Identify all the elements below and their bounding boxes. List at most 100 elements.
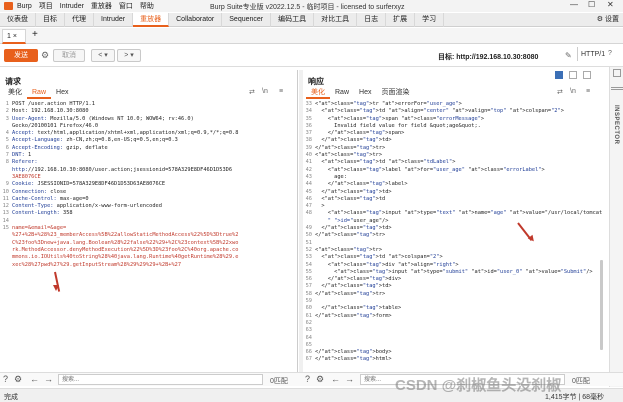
wrap-icon[interactable]: ⇄	[557, 88, 563, 96]
tab-1[interactable]: 1 ×	[2, 29, 26, 44]
line-number: 46	[305, 195, 312, 202]
settings-button[interactable]: ⚙ 设置	[597, 13, 619, 27]
inspector-toggle-icon[interactable]	[613, 69, 621, 77]
request-code-line: http://192.168.10.30:8080/user.action;js…	[0, 167, 238, 174]
layout-horizontal-icon[interactable]	[569, 71, 577, 79]
prev-match-icon[interactable]: ←	[30, 374, 39, 384]
tab-8[interactable]: 对比工具	[314, 13, 358, 27]
tab-2[interactable]: 代理	[65, 13, 94, 27]
inspector-menu-icon[interactable]	[611, 87, 623, 90]
request-code-line: 9 Cookie: JSESSIONID=578A329E8DF46D1D53D6…	[0, 181, 238, 188]
line-text: </"at">class="tag">td>	[315, 137, 392, 144]
line-number: 58	[305, 290, 312, 297]
request-code-line: 11 Cache-Control: max-age=0	[0, 196, 238, 203]
request-editor[interactable]: 1 POST /user.action HTTP/1.1 2 Host: 192.16…	[0, 101, 239, 269]
line-text: </"at">class="tag">td>	[315, 225, 392, 232]
menu-item-2[interactable]: Intruder	[60, 3, 84, 10]
window-title: Burp Suite专业版 v2022.12.5 - 临时项目 - licens…	[210, 4, 405, 11]
help-icon[interactable]: ?	[305, 374, 310, 384]
next-match-icon[interactable]: →	[44, 374, 53, 384]
line-text: </"at">class="tag">tr>	[315, 144, 386, 151]
tab-11[interactable]: 学习	[415, 13, 445, 27]
line-text: Invalid field value for field &quot;age&…	[315, 122, 481, 129]
line-text: age:	[315, 173, 347, 180]
line-text: Cookie: JSESSIONID=578A329E8DF46D1D53D63…	[12, 181, 166, 188]
tab-6[interactable]: Sequencer	[222, 13, 272, 27]
edit-target-icon[interactable]: ✎	[565, 51, 572, 60]
line-text: </"at">class="tag">table>	[315, 305, 402, 312]
request-title: 请求	[5, 77, 21, 86]
tab-1[interactable]: 目标	[36, 13, 65, 27]
gear-icon[interactable]: ⚙	[41, 50, 49, 61]
line-text: name=&email=&age=	[12, 225, 67, 232]
layout-vertical-icon[interactable]	[583, 71, 591, 79]
line-number: 56	[305, 276, 312, 283]
response-tab-2[interactable]: Hex	[354, 88, 376, 99]
line-text: <"at">class="tag">div "at">align="right"…	[315, 261, 459, 268]
back-button[interactable]: < ▾	[91, 49, 115, 62]
newline-icon[interactable]: \n	[262, 88, 268, 95]
send-button[interactable]: 发送	[4, 49, 38, 62]
response-tab-1[interactable]: Raw	[330, 88, 354, 99]
gear-icon[interactable]: ⚙	[316, 374, 324, 385]
help-icon[interactable]: ?	[608, 50, 612, 57]
response-editor[interactable]: 33 <"at">class="tag">tr "at">errorFor="us…	[303, 101, 603, 364]
tab-3[interactable]: Intruder	[94, 13, 134, 27]
request-code-line: 5 Accept-Language: zh-CN,zh;q=0.8,en-US;q…	[0, 137, 238, 144]
response-code-line: 37 </"at">class="tag">span>	[303, 130, 602, 137]
tab-7[interactable]: 编码工具	[271, 13, 315, 27]
request-code-line: 14	[0, 218, 238, 225]
inspector-panel[interactable]: INSPECTOR	[609, 67, 623, 387]
request-search-input[interactable]	[58, 374, 263, 385]
line-number: 41	[305, 159, 312, 166]
scrollbar[interactable]	[600, 260, 603, 350]
response-code-line: 44 </"at">class="tag">label>	[303, 181, 602, 188]
request-code-line: 7 DNT: 1	[0, 152, 238, 159]
tab-4[interactable]: 重放器	[133, 13, 170, 27]
request-tab-1[interactable]: Raw	[27, 88, 52, 99]
cancel-button[interactable]: 取消	[53, 49, 85, 62]
line-number: 13	[2, 210, 9, 217]
menu-item-0[interactable]: Burp	[17, 3, 32, 10]
response-tab-3[interactable]: 页面渲染	[376, 88, 414, 99]
line-number: 53	[305, 254, 312, 261]
wrap-icon[interactable]: ⇄	[249, 88, 255, 96]
line-number: 66	[305, 349, 312, 356]
line-number: 49	[305, 225, 312, 232]
response-code-line: 61 </"at">class="tag">form>	[303, 313, 602, 320]
request-tab-2[interactable]: Hex	[51, 88, 73, 99]
newline-icon[interactable]: \n	[570, 88, 576, 95]
line-number: 4	[5, 130, 9, 137]
line-number: 47	[305, 203, 312, 210]
menu-item-4[interactable]: 窗口	[119, 3, 133, 10]
line-number: 60	[305, 305, 312, 312]
menu-item-5[interactable]: 帮助	[140, 3, 154, 10]
line-text: Host: 192.168.10.30:8080	[12, 108, 89, 115]
help-icon[interactable]: ?	[3, 374, 8, 384]
minimize-icon[interactable]: —	[570, 0, 578, 9]
prev-match-icon[interactable]: ←	[331, 374, 340, 384]
line-text: </"at">class="tag">form>	[315, 312, 392, 319]
next-match-icon[interactable]: →	[345, 374, 354, 384]
menu-item-1[interactable]: 项目	[39, 3, 53, 10]
maximize-icon[interactable]: ☐	[588, 0, 595, 9]
tab-0[interactable]: 仪表盘	[0, 13, 36, 27]
layout-split-icon[interactable]	[555, 71, 563, 79]
close-icon[interactable]: ✕	[607, 0, 614, 9]
request-tab-0[interactable]: 美化	[3, 88, 27, 99]
menu-icon[interactable]: ≡	[586, 88, 590, 95]
line-number: 67	[305, 356, 312, 363]
line-text: </"at">class="tag">html>	[315, 356, 392, 363]
add-tab-icon[interactable]: +	[32, 29, 38, 40]
menu-icon[interactable]: ≡	[279, 88, 283, 95]
tab-9[interactable]: 日志	[357, 13, 387, 27]
response-tab-0[interactable]: 美化	[306, 88, 330, 99]
http-version[interactable]: HTTP/1	[581, 51, 605, 58]
tab-5[interactable]: Collaborator	[169, 13, 223, 27]
menu-item-3[interactable]: 重放器	[91, 3, 112, 10]
line-text: <"at">class="tag">label "at">for="user_a…	[315, 166, 545, 173]
gear-icon[interactable]: ⚙	[14, 374, 22, 385]
tab-10[interactable]: 扩展	[386, 13, 416, 27]
forward-button[interactable]: > ▾	[117, 49, 141, 62]
response-code-line: 58 </"at">class="tag">tr>	[303, 291, 602, 298]
